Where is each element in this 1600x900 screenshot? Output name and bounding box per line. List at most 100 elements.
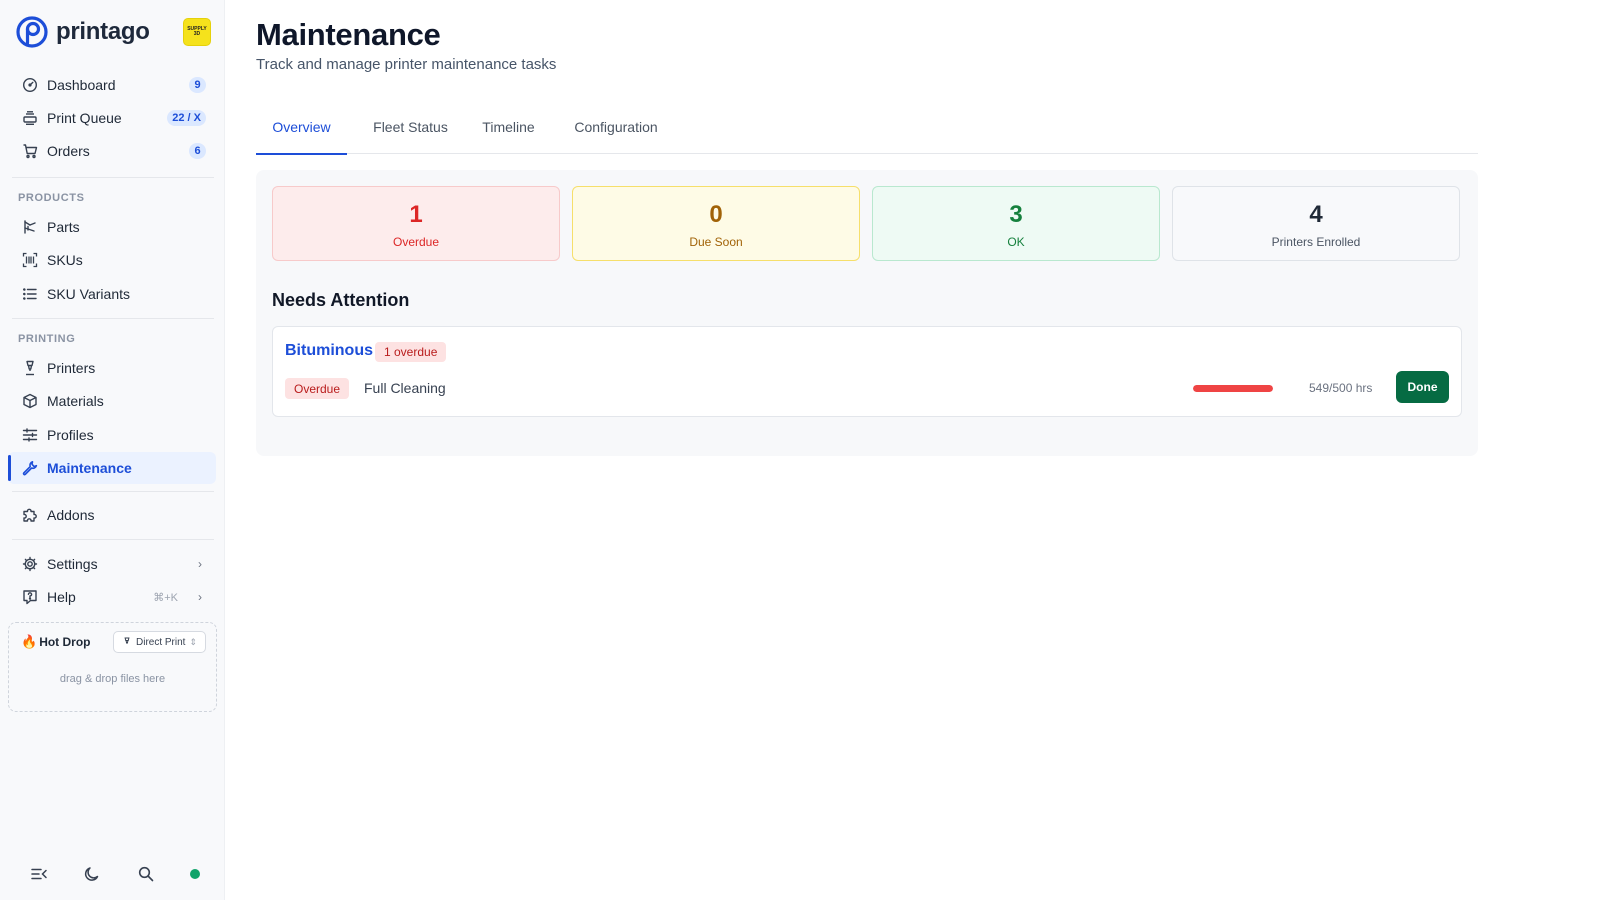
chevron-right-icon: › — [198, 590, 202, 604]
direct-print-select[interactable]: Direct Print ⇕ — [113, 631, 206, 653]
sliders-icon — [22, 427, 38, 443]
hot-drop-label: Hot Drop — [39, 635, 91, 649]
sidebar-item-orders[interactable]: Orders 6 — [8, 135, 216, 167]
stat-card-ok[interactable]: 3 OK — [872, 186, 1160, 261]
stat-label: Due Soon — [689, 235, 743, 249]
tab-overview[interactable]: Overview — [256, 108, 347, 155]
sidebar-item-profiles[interactable]: Profiles — [8, 419, 216, 451]
orders-count-badge: 6 — [189, 143, 206, 159]
cart-icon — [22, 143, 38, 159]
printago-logo-icon — [16, 16, 48, 48]
parts-icon — [22, 219, 38, 235]
sidebar-footer — [30, 862, 200, 886]
printer-name-link[interactable]: Bituminous — [285, 342, 373, 360]
done-button[interactable]: Done — [1396, 371, 1449, 403]
sidebar-divider — [12, 539, 214, 540]
print-queue-count-badge: 22 / X — [167, 110, 206, 126]
hot-drop-title: 🔥 Hot Drop — [21, 634, 91, 650]
sidebar-divider — [12, 177, 214, 178]
dashboard-gauge-icon — [22, 77, 38, 93]
gear-icon — [22, 556, 38, 572]
task-hours: 549/500 hrs — [1309, 381, 1373, 395]
print-queue-icon — [22, 110, 38, 126]
section-label-printing: PRINTING — [18, 333, 76, 345]
sidebar-item-label: Profiles — [47, 427, 94, 443]
overview-panel: 1 Overdue 0 Due Soon 3 OK 4 Printers Enr… — [256, 170, 1478, 456]
help-shortcut: ⌘+K — [153, 592, 178, 604]
select-arrows-icon: ⇕ — [189, 636, 197, 647]
task-progress-fill — [1193, 385, 1273, 392]
page-subtitle: Track and manage printer maintenance tas… — [256, 56, 557, 73]
tab-fleet-status[interactable]: Fleet Status — [364, 108, 457, 154]
barcode-icon — [22, 252, 38, 268]
sidebar-item-printers[interactable]: Printers — [8, 352, 216, 384]
sidebar-item-label: Materials — [47, 393, 104, 409]
sidebar-item-dashboard[interactable]: Dashboard 9 — [8, 69, 216, 101]
sidebar-item-label: Orders — [47, 143, 90, 159]
page-title: Maintenance — [256, 17, 441, 52]
sidebar-item-maintenance[interactable]: Maintenance — [8, 452, 216, 484]
task-progress-bar — [1193, 385, 1273, 392]
flame-icon: 🔥 — [21, 634, 38, 649]
overdue-count-badge: 1 overdue — [375, 342, 447, 362]
org-logo-icon[interactable]: SUPPLY 3D — [183, 18, 211, 46]
sidebar-item-label: Addons — [47, 507, 95, 523]
brand[interactable]: printago SUPPLY 3D — [16, 14, 211, 50]
task-name: Full Cleaning — [364, 380, 446, 396]
drop-hint: drag & drop files here — [59, 673, 166, 685]
direct-print-label: Direct Print — [136, 636, 186, 648]
wrench-icon — [22, 460, 38, 476]
sidebar-item-label: Parts — [47, 219, 80, 235]
list-icon — [22, 286, 38, 302]
puzzle-icon — [22, 507, 38, 523]
connection-status-indicator — [189, 869, 200, 879]
sidebar: printago SUPPLY 3D Dashboard 9 Print Queu… — [0, 0, 225, 900]
stat-label: Printers Enrolled — [1271, 235, 1361, 249]
stat-card-overdue[interactable]: 1 Overdue — [272, 186, 560, 261]
sidebar-item-label: Help — [47, 589, 76, 605]
sidebar-item-label: Printers — [47, 360, 96, 376]
stat-value: 0 — [709, 201, 723, 228]
sidebar-item-label: SKUs — [47, 252, 83, 268]
sidebar-divider — [12, 318, 214, 319]
brand-name: printago — [56, 18, 150, 45]
hot-drop-zone[interactable]: 🔥 Hot Drop Direct Print ⇕ drag & drop fi… — [8, 622, 217, 712]
printer-nozzle-icon — [22, 360, 38, 376]
stat-card-due-soon[interactable]: 0 Due Soon — [572, 186, 860, 261]
sidebar-item-label: SKU Variants — [47, 286, 130, 302]
moon-icon[interactable] — [83, 865, 101, 883]
dashboard-count-badge: 9 — [189, 77, 206, 93]
search-icon[interactable] — [137, 865, 155, 883]
sidebar-item-help[interactable]: Help ⌘+K › — [8, 581, 216, 613]
stat-value: 3 — [1009, 201, 1023, 228]
stat-card-printers-enrolled[interactable]: 4 Printers Enrolled — [1172, 186, 1460, 261]
sidebar-divider — [12, 491, 214, 492]
box-icon — [22, 393, 38, 409]
task-status-badge: Overdue — [285, 378, 350, 399]
collapse-sidebar-icon[interactable] — [30, 865, 48, 883]
help-icon — [22, 589, 38, 605]
sidebar-item-addons[interactable]: Addons — [8, 499, 216, 531]
printer-nozzle-icon — [124, 637, 130, 644]
tab-timeline[interactable]: Timeline — [475, 108, 542, 154]
sidebar-item-label: Settings — [47, 556, 98, 572]
stat-label: OK — [1007, 235, 1025, 249]
tab-configuration[interactable]: Configuration — [560, 108, 672, 154]
sidebar-item-print-queue[interactable]: Print Queue 22 / X — [8, 102, 216, 134]
stat-value: 1 — [409, 201, 423, 228]
sidebar-item-sku-variants[interactable]: SKU Variants — [8, 278, 216, 310]
section-label-products: PRODUCTS — [18, 192, 85, 204]
tab-bar: Overview Fleet Status Timeline Configura… — [256, 108, 1478, 155]
sidebar-item-label: Dashboard — [47, 77, 116, 93]
stat-value: 4 — [1309, 201, 1323, 228]
sidebar-item-label: Maintenance — [47, 460, 132, 476]
sidebar-item-skus[interactable]: SKUs — [8, 244, 216, 276]
chevron-right-icon: › — [198, 557, 202, 571]
stat-label: Overdue — [392, 235, 440, 249]
attention-card: Bituminous 1 overdue Overdue Full Cleani… — [272, 326, 1462, 417]
sidebar-item-label: Print Queue — [47, 110, 122, 126]
sidebar-item-materials[interactable]: Materials — [8, 385, 216, 417]
sidebar-item-settings[interactable]: Settings › — [8, 548, 216, 580]
sidebar-item-parts[interactable]: Parts — [8, 211, 216, 243]
needs-attention-heading: Needs Attention — [272, 290, 410, 310]
